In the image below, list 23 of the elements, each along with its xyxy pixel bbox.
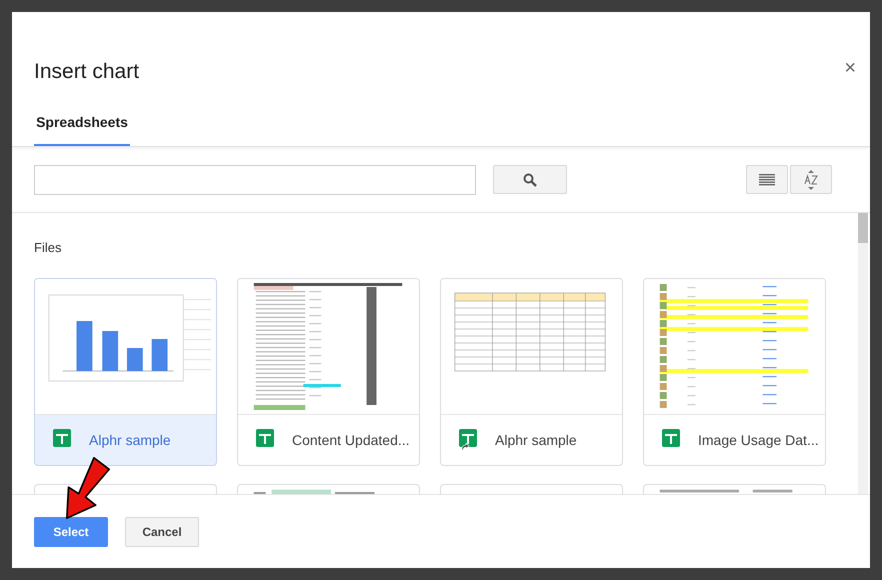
arrow-drawing: [66, 457, 110, 519]
list-view-button[interactable]: [746, 165, 788, 194]
file-name: Image Usage Dat...: [698, 430, 819, 450]
file-card[interactable]: Alphr sample: [34, 278, 217, 466]
search-icon: [523, 172, 537, 186]
scrollbar[interactable]: [858, 213, 868, 494]
file-name: Alphr sample: [89, 430, 171, 450]
cancel-button[interactable]: Cancel: [125, 516, 199, 546]
section-title: Files: [34, 239, 62, 257]
file-name: Content Updated...: [292, 430, 410, 450]
file-card[interactable]: Alphr sample: [440, 278, 623, 466]
tab[interactable]: Spreadsheets: [34, 100, 130, 146]
file-name: Alphr sample: [495, 430, 577, 450]
close-button[interactable]: ×: [844, 58, 856, 78]
sort-button[interactable]: [790, 165, 832, 194]
dialog-title: Insert chart: [34, 59, 140, 85]
search-button[interactable]: [493, 165, 567, 194]
file-card[interactable]: Content Updated...: [237, 278, 420, 466]
search-field[interactable]: [34, 164, 476, 194]
file-card[interactable]: Image Usage Dat...: [643, 278, 826, 466]
sort-icon: [804, 170, 818, 190]
spreadsheet-icon: [459, 429, 477, 451]
list-icon: [759, 174, 775, 186]
